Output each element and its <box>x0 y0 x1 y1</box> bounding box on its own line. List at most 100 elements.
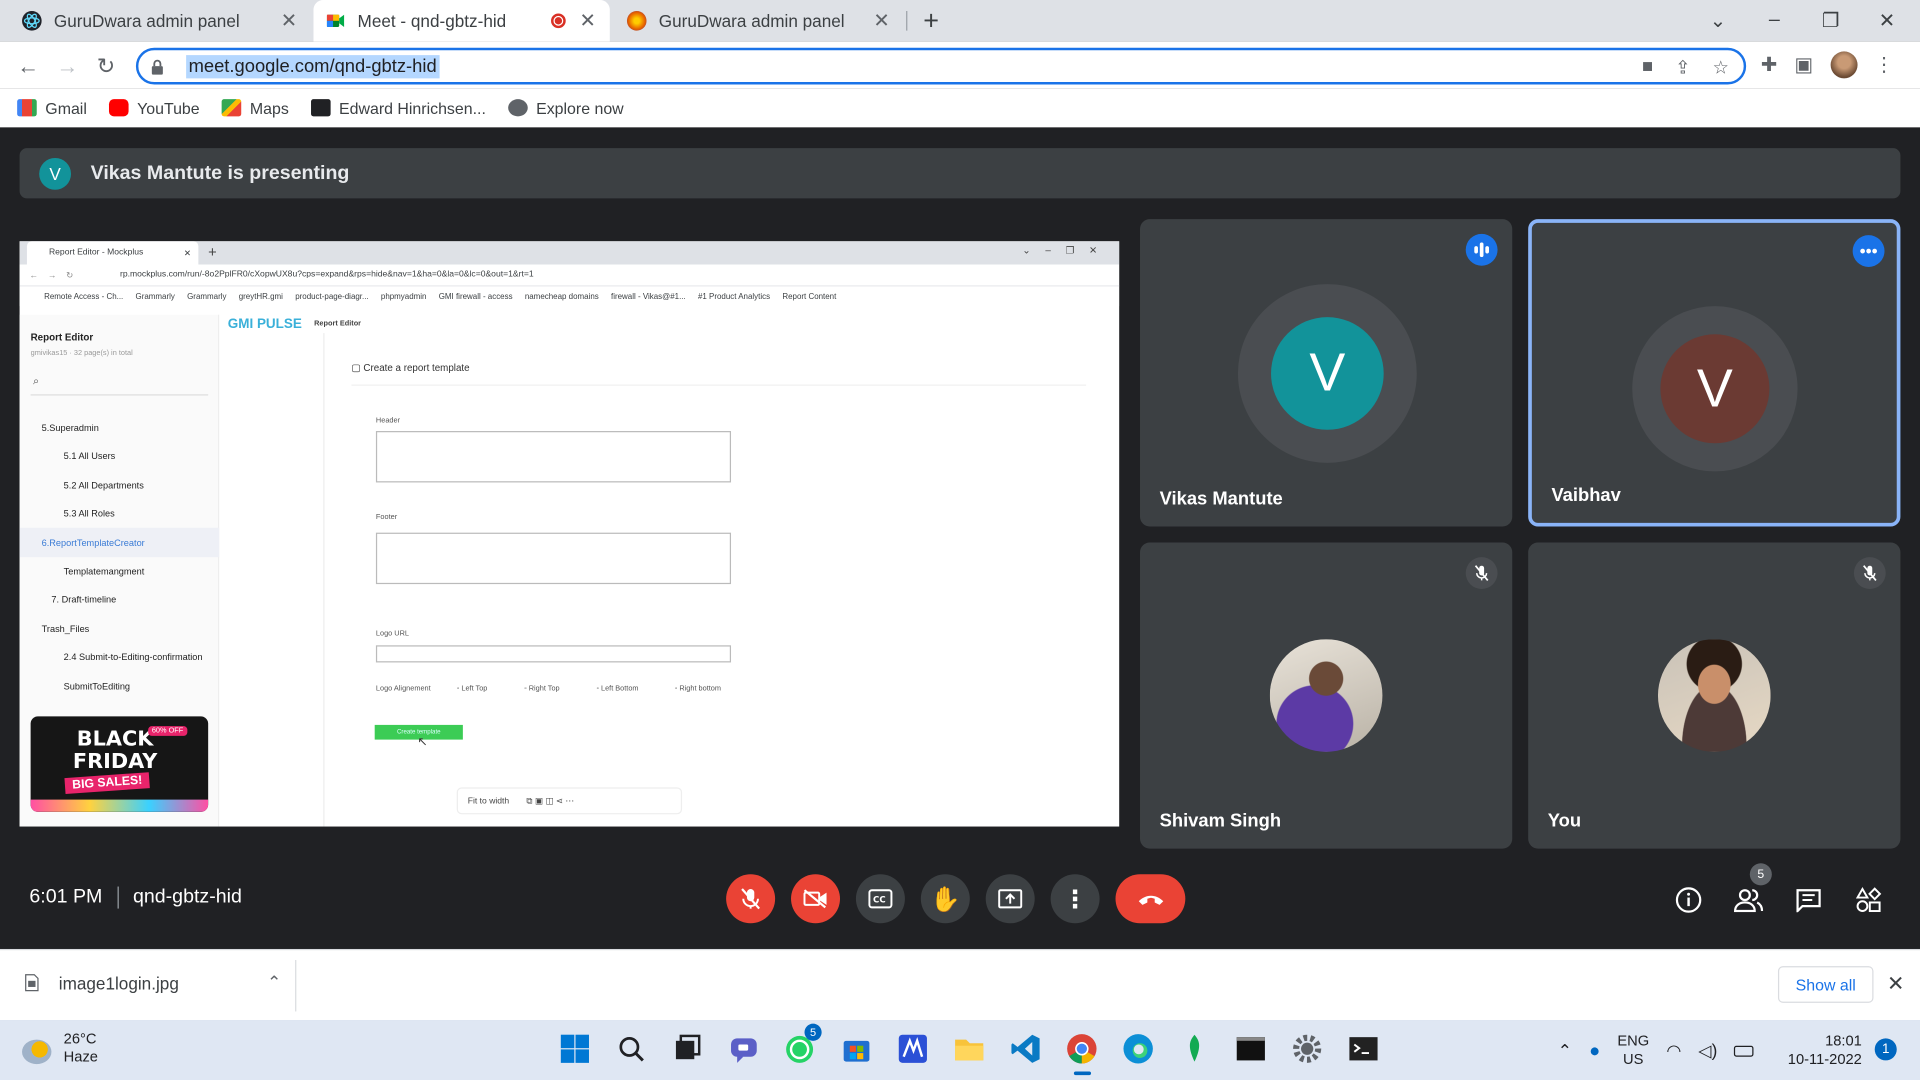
teams-chat-icon[interactable] <box>727 1032 760 1065</box>
chevron-up-icon[interactable]: ⌃ <box>1558 1040 1572 1061</box>
weather-widget[interactable]: 26°C Haze <box>22 1030 98 1067</box>
tab-search-icon[interactable]: ⌄ <box>1690 9 1746 33</box>
windows-start-icon[interactable] <box>558 1032 591 1065</box>
new-tab-icon: + <box>208 243 217 261</box>
fit-icon: ⧉ ▣ ◫ ⋖ ⋯ <box>526 796 574 806</box>
bookmark-youtube[interactable]: YouTube <box>108 98 200 117</box>
lock-icon <box>151 58 164 75</box>
more-options-button[interactable]: ⋮ <box>1050 874 1100 924</box>
camera-in-use-icon[interactable]: ■ <box>1642 56 1653 78</box>
download-filename: image1login.jpg <box>58 972 179 993</box>
raise-hand-button[interactable]: ✋ <box>920 874 970 924</box>
url-text[interactable]: meet.google.com/qnd-gbtz-hid <box>186 54 440 78</box>
avatar: V <box>1660 334 1770 444</box>
settings-gear-icon[interactable] <box>1291 1032 1324 1065</box>
browser-tab-gurudwara-1[interactable]: GuruDwara admin panel ✕ <box>10 0 311 42</box>
shared-tab: Report Editor - Mockplus ✕ <box>26 241 199 265</box>
close-window-icon[interactable]: ✕ <box>1859 9 1915 33</box>
language-indicator[interactable]: ENG US <box>1617 1032 1649 1069</box>
leave-call-button[interactable] <box>1115 874 1186 924</box>
captions-button[interactable]: CC <box>855 874 905 924</box>
present-button[interactable] <box>985 874 1035 924</box>
chat-button[interactable] <box>1793 884 1825 916</box>
bookmark-maps[interactable]: Maps <box>221 98 289 117</box>
command-prompt-icon[interactable] <box>1347 1032 1380 1065</box>
side-panel-icon[interactable]: ▣ <box>1794 53 1813 77</box>
tree-item: 5.1 All Users <box>63 450 116 462</box>
menu-kebab-icon[interactable]: ⋮ <box>1874 53 1894 77</box>
radio-label: Left Top <box>461 685 488 694</box>
more-options-icon[interactable]: ••• <box>1852 235 1885 267</box>
activities-button[interactable] <box>1853 884 1885 916</box>
participant-tile-shivam[interactable]: Shivam Singh <box>1140 542 1513 849</box>
address-bar[interactable]: meet.google.com/qnd-gbtz-hid ■ ⇪ ☆ <box>135 47 1747 85</box>
meeting-code: qnd-gbtz-hid <box>132 886 242 908</box>
mongodb-icon[interactable] <box>1178 1032 1211 1065</box>
minimize-icon[interactable]: – <box>1746 10 1802 32</box>
radio-right-bottom: ◦ Right bottom <box>674 685 722 694</box>
task-view-icon[interactable] <box>671 1032 704 1065</box>
participant-photo <box>1269 639 1383 752</box>
shared-sidebar: Report Editor gmivikas15 · 32 page(s) in… <box>19 314 220 827</box>
notification-badge[interactable]: 1 <box>1874 1038 1897 1061</box>
presenting-text: Vikas Mantute is presenting <box>90 162 350 184</box>
profile-avatar[interactable] <box>1830 51 1857 79</box>
edge-icon[interactable] <box>1122 1032 1155 1065</box>
share-icon[interactable]: ⇪ <box>1675 56 1690 79</box>
youtube-icon <box>108 99 129 117</box>
search-icon[interactable] <box>615 1032 648 1065</box>
bookmark-explore[interactable]: Explore now <box>507 99 624 117</box>
download-bar: image1login.jpg ⌃ Show all ✕ <box>0 948 1920 1021</box>
whatsapp-icon[interactable]: 5 <box>784 1023 822 1065</box>
browser-tab-gurudwara-2[interactable]: GuruDwara admin panel ✕ <box>615 0 904 42</box>
bookmark-star-icon[interactable]: ☆ <box>1713 56 1729 79</box>
meeting-details-button[interactable] <box>1673 884 1705 916</box>
close-tab-icon[interactable]: ✕ <box>279 9 299 33</box>
participant-tile-vaibhav[interactable]: V ••• Vaibhav <box>1528 219 1901 527</box>
field-label-logo-alignment: Logo Alignement <box>375 685 431 694</box>
logo-text: GMI PULSE <box>227 317 302 332</box>
close-tab-icon[interactable]: ✕ <box>872 9 892 33</box>
tree-item: 5.3 All Roles <box>63 508 115 520</box>
restore-icon[interactable]: ❐ <box>1802 9 1858 33</box>
bookmark-label: Maps <box>249 98 289 117</box>
file-explorer-icon[interactable] <box>953 1032 986 1065</box>
participant-tile-you[interactable]: You <box>1528 542 1901 849</box>
info-icon <box>1675 887 1702 913</box>
people-button[interactable] <box>1733 884 1765 916</box>
camera-toggle-button[interactable] <box>791 874 841 924</box>
reload-icon[interactable]: ↻ <box>97 54 115 80</box>
meet-icon <box>326 11 346 31</box>
shared-screen[interactable]: Report Editor - Mockplus ✕ + ⌄–❐✕ ←→↻ rp.… <box>19 241 1120 827</box>
chevron-up-icon[interactable]: ⌃ <box>267 972 281 993</box>
forward-icon[interactable]: → <box>56 54 78 80</box>
bookmark-gmail[interactable]: Gmail <box>17 99 87 117</box>
terminal-icon[interactable] <box>1234 1032 1267 1065</box>
wifi-icon[interactable]: ◠ <box>1666 1040 1681 1061</box>
mic-toggle-button[interactable] <box>726 874 776 924</box>
bookmark-label: YouTube <box>137 98 200 117</box>
back-icon[interactable]: ← <box>17 54 39 80</box>
microsoft-store-icon[interactable] <box>840 1032 873 1065</box>
close-download-bar-icon[interactable]: ✕ <box>1887 972 1904 996</box>
show-all-button[interactable]: Show all <box>1777 966 1874 1003</box>
clock[interactable]: 18:01 10-11-2022 <box>1788 1032 1862 1069</box>
volume-icon[interactable]: ◁) <box>1698 1040 1717 1061</box>
extensions-icon[interactable]: ✚ <box>1761 53 1777 77</box>
vscode-icon[interactable] <box>1009 1032 1042 1065</box>
new-tab-icon[interactable]: + <box>923 5 939 37</box>
participant-tile-vikas[interactable]: V Vikas Mantute <box>1140 219 1513 527</box>
mic-off-icon <box>741 888 761 910</box>
system-tray: ⌃ ● ENG US ◠ ◁) <box>1558 1032 1755 1069</box>
participant-count-badge: 5 <box>1749 863 1772 886</box>
microphone-icon[interactable]: ● <box>1589 1040 1600 1061</box>
browser-tab-meet[interactable]: Meet - qnd-gbtz-hid ✕ <box>313 0 610 42</box>
chrome-icon[interactable] <box>1065 1032 1098 1076</box>
download-item[interactable]: image1login.jpg ⌃ <box>24 972 281 993</box>
battery-icon[interactable] <box>1734 1045 1755 1057</box>
bookmark-edward[interactable]: Edward Hinrichsen... <box>310 99 486 117</box>
sidebar-subtitle: gmivikas15 · 32 page(s) in total <box>30 350 133 358</box>
close-tab-icon[interactable]: ✕ <box>578 9 598 33</box>
presenter-avatar: V <box>39 157 72 190</box>
mockplus-icon[interactable] <box>896 1032 929 1065</box>
